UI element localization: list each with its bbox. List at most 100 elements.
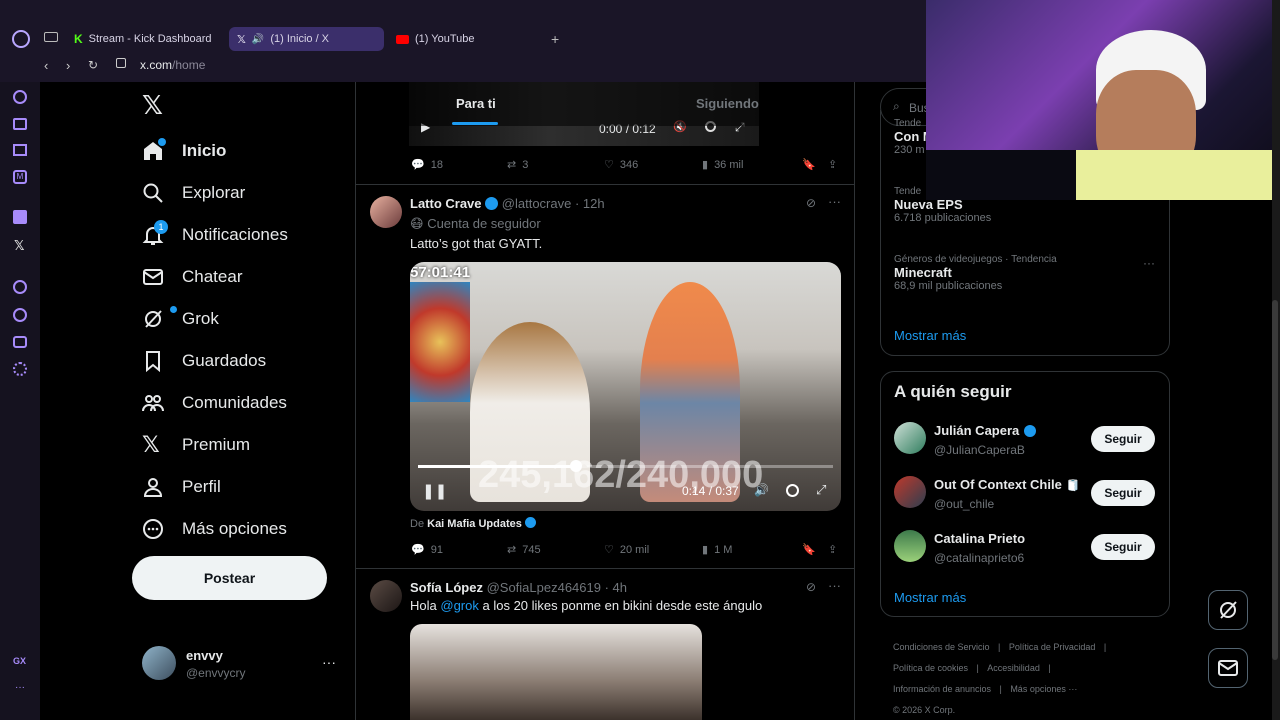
messenger-icon[interactable]: M	[13, 170, 27, 184]
scrollbar[interactable]	[1272, 0, 1280, 720]
avatar[interactable]	[894, 530, 926, 562]
follow-user[interactable]: Out Of Context Chile 🧻 @out_chile	[934, 476, 1080, 511]
author-handle[interactable]: @lattocrave	[502, 196, 572, 211]
aria-icon[interactable]	[13, 90, 27, 104]
author-handle[interactable]: @SofiaLpez464619	[487, 580, 601, 595]
author-name[interactable]: Sofía López	[410, 580, 483, 595]
url-field[interactable]: x.com/home	[140, 58, 205, 72]
opera-logo-icon[interactable]	[12, 30, 30, 48]
gear-icon[interactable]	[786, 484, 799, 497]
repost-action[interactable]: ⇄ 3	[507, 158, 528, 172]
footer-link[interactable]: Más opciones ···	[1010, 684, 1077, 694]
avatar[interactable]	[894, 422, 926, 454]
nav-home[interactable]: Inicio	[142, 134, 226, 168]
settings-icon[interactable]	[13, 362, 27, 376]
footer-link[interactable]: Política de Privacidad	[1009, 642, 1096, 652]
scrollbar-thumb[interactable]	[1272, 300, 1278, 660]
webcam-overlay	[926, 0, 1280, 200]
premium-x-icon: 𝕏	[142, 432, 160, 457]
trend-more-icon[interactable]: ···	[1143, 256, 1155, 270]
avatar[interactable]	[142, 646, 176, 680]
tab-youtube[interactable]: (1) YouTube	[388, 27, 538, 51]
twitch-icon[interactable]	[13, 210, 27, 224]
show-more-trends[interactable]: Mostrar más	[894, 328, 966, 343]
nav-notifications[interactable]: Notificaciones 1	[142, 218, 288, 252]
tweet-more-icon[interactable]: ···	[828, 194, 841, 209]
gx-corner-icon[interactable]	[13, 144, 27, 156]
workspaces-icon[interactable]	[44, 32, 58, 42]
extensions-icon[interactable]	[13, 336, 27, 348]
volume-icon[interactable]: 🔊	[754, 483, 769, 497]
trend-item[interactable]: Géneros de videojuegos · Tendencia Minec…	[894, 254, 1057, 292]
tab-x[interactable]: 𝕏 🔊 (1) Inicio / X	[229, 27, 384, 51]
tab-kick[interactable]: K Stream - Kick Dashboard	[66, 27, 226, 51]
grok-float-button[interactable]	[1208, 590, 1248, 630]
tweet-more-icon[interactable]: ···	[828, 578, 841, 593]
grok-small-icon[interactable]: ⊘	[806, 196, 816, 210]
x-logo-icon: 𝕏	[237, 33, 246, 46]
who-to-follow-box: A quién seguir Julián Capera @JulianCape…	[880, 371, 1170, 617]
reply-action[interactable]: 💬 91	[411, 543, 443, 557]
grok-small-icon[interactable]: ⊘	[806, 580, 816, 594]
account-menu-icon[interactable]: ···	[322, 654, 336, 670]
share-icon[interactable]: ⇪	[828, 158, 837, 171]
views-action[interactable]: ▮ 1 M	[702, 543, 732, 557]
nav-communities[interactable]: Comunidades	[142, 386, 287, 420]
reload-icon[interactable]: ↻	[88, 58, 98, 72]
nav-grok[interactable]: Grok	[142, 302, 219, 336]
forward-icon[interactable]: ›	[66, 58, 70, 73]
nav-bookmarks[interactable]: Guardados	[142, 344, 266, 378]
follow-button[interactable]: Seguir	[1091, 480, 1155, 506]
tab-following[interactable]: Siguiendo	[696, 96, 759, 111]
footer-link[interactable]: Accesibilidad	[987, 663, 1040, 673]
footer-link[interactable]: Información de anuncios	[893, 684, 991, 694]
like-action[interactable]: ♡ 20 mil	[604, 543, 649, 557]
show-more-follow[interactable]: Mostrar más	[894, 590, 966, 605]
nav-explore[interactable]: Explorar	[142, 176, 245, 210]
fullscreen-icon[interactable]: ⤢	[816, 482, 826, 498]
like-action[interactable]: ♡ 346	[604, 158, 638, 172]
follow-button[interactable]: Seguir	[1091, 426, 1155, 452]
share-icon[interactable]: ⇪	[828, 543, 837, 556]
new-tab-icon[interactable]: +	[551, 31, 559, 47]
nav-premium[interactable]: 𝕏 Premium	[142, 428, 250, 462]
nav-more[interactable]: Más opciones	[142, 512, 287, 546]
tweet-image[interactable]	[410, 624, 702, 720]
nav-profile[interactable]: Perfil	[142, 470, 221, 504]
footer-link[interactable]: Condiciones de Servicio	[893, 642, 990, 652]
footer-link[interactable]: Política de cookies	[893, 663, 968, 673]
progress-bar[interactable]	[418, 465, 833, 468]
repost-action[interactable]: ⇄ 745	[507, 543, 541, 557]
more-icon[interactable]: ···	[15, 682, 25, 693]
tweet-time[interactable]: · 4h	[605, 580, 627, 595]
x-sidebar-icon[interactable]: 𝕏	[14, 238, 24, 254]
follow-button[interactable]: Seguir	[1091, 534, 1155, 560]
reply-action[interactable]: 💬 18	[411, 158, 443, 172]
avatar[interactable]	[894, 476, 926, 508]
pause-icon[interactable]: ❚❚	[422, 482, 447, 500]
post-button[interactable]: Postear	[132, 556, 327, 600]
source-name[interactable]: Kai Mafia Updates	[427, 518, 522, 530]
follow-user[interactable]: Catalina Prieto @catalinaprieto6	[934, 530, 1025, 565]
mention-link[interactable]: @grok	[440, 598, 479, 613]
follow-name: Julián Capera	[934, 423, 1020, 438]
video-source: De Kai Mafia Updates	[410, 517, 536, 530]
player-icon[interactable]	[13, 280, 27, 294]
author-name[interactable]: Latto Crave	[410, 196, 482, 211]
bookmark-icon[interactable]: 🔖	[802, 543, 816, 556]
follow-user[interactable]: Julián Capera @JulianCaperaB	[934, 422, 1036, 457]
messages-float-button[interactable]	[1208, 648, 1248, 688]
tweet-time[interactable]: · 12h	[575, 196, 605, 211]
bookmark-icon[interactable]: 🔖	[802, 158, 816, 171]
shop-icon[interactable]	[13, 118, 27, 130]
views-action[interactable]: ▮ 36 mil	[702, 158, 743, 172]
back-icon[interactable]: ‹	[44, 58, 48, 73]
avatar[interactable]	[370, 580, 402, 612]
x-home-logo-icon[interactable]: 𝕏	[142, 90, 163, 121]
nav-chat[interactable]: Chatear	[142, 260, 242, 294]
avatar[interactable]	[370, 196, 402, 228]
history-icon[interactable]	[13, 308, 27, 322]
progress-handle[interactable]	[570, 460, 582, 472]
tab-for-you[interactable]: Para ti	[456, 96, 496, 111]
tweet-video[interactable]: 57:01:41 245,162/240,000 ❚❚ 0:14 / 0:37 …	[410, 262, 841, 511]
